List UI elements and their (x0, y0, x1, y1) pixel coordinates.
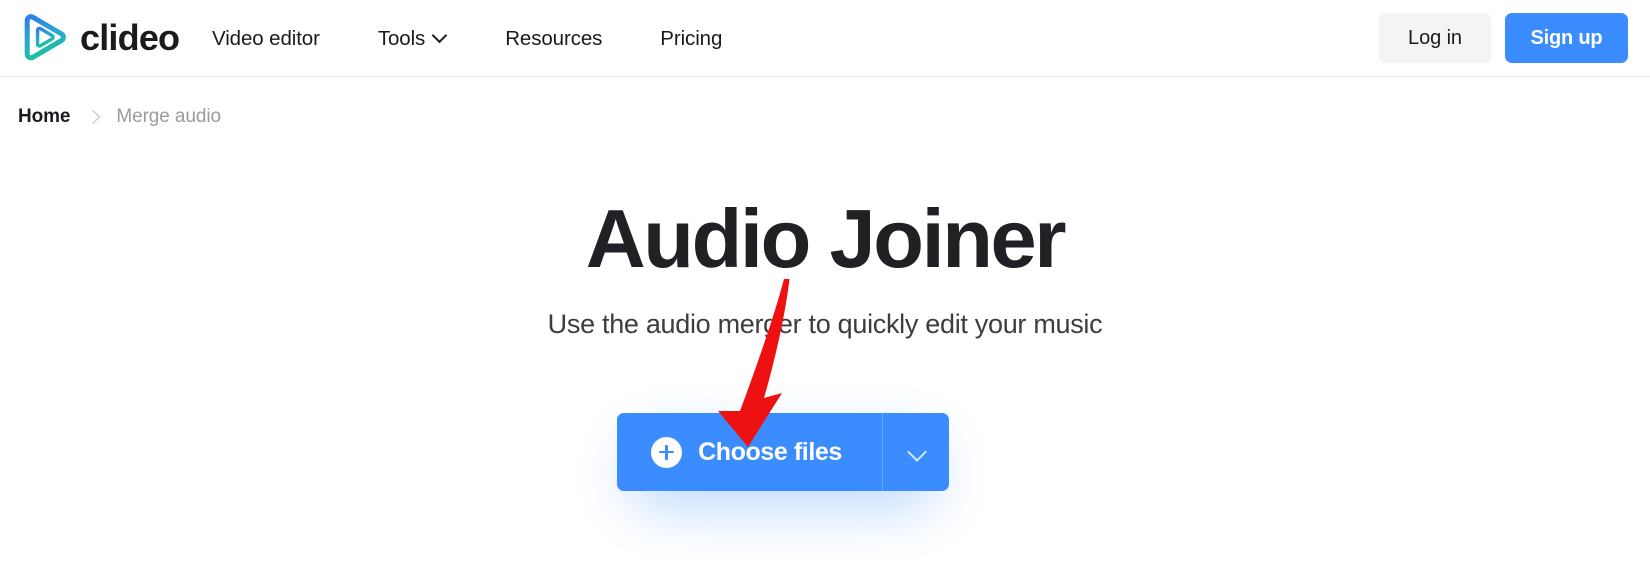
auth-actions: Log in Sign up (1379, 13, 1628, 63)
main-nav: Video editor Tools Resources Pricing (212, 0, 722, 77)
breadcrumb-item-current: Merge audio (116, 106, 221, 127)
logo[interactable]: clideo (18, 12, 180, 64)
chevron-down-icon (909, 445, 923, 459)
breadcrumb: Home Merge audio (18, 106, 221, 128)
choose-files-cta: Choose files (617, 413, 949, 511)
play-triangle-logo-icon (24, 14, 66, 61)
nav-item-label: Video editor (212, 26, 320, 50)
page-title: Audio Joiner (585, 192, 1067, 285)
login-button[interactable]: Log in (1379, 13, 1491, 63)
breadcrumb-item-home[interactable]: Home (18, 106, 70, 128)
choose-files-button[interactable]: Choose files (617, 413, 949, 491)
signup-button[interactable]: Sign up (1505, 13, 1628, 63)
nav-item-tools[interactable]: Tools (378, 17, 447, 61)
choose-files-dropdown-toggle[interactable] (882, 413, 949, 491)
plus-circle-icon (651, 436, 683, 468)
logo-text: clideo (80, 17, 180, 58)
nav-item-label: Resources (505, 26, 603, 50)
nav-item-resources[interactable]: Resources (505, 17, 602, 61)
choose-files-label: Choose files (698, 437, 842, 466)
site-header: clideo Video editor Tools Resources Pric… (0, 0, 1650, 77)
choose-files-main[interactable]: Choose files (617, 413, 882, 491)
chevron-right-icon (70, 108, 116, 127)
chevron-down-icon (434, 30, 447, 43)
nav-item-label: Pricing (660, 26, 723, 50)
page-subtitle: Use the audio merger to quickly edit you… (547, 309, 1103, 339)
hero-section: Audio Joiner Use the audio merger to qui… (0, 190, 1650, 342)
page-root: clideo Video editor Tools Resources Pric… (0, 0, 1650, 587)
nav-item-pricing[interactable]: Pricing (660, 17, 722, 61)
nav-item-label: Tools (377, 26, 426, 50)
nav-item-video-editor[interactable]: Video editor (212, 17, 320, 61)
